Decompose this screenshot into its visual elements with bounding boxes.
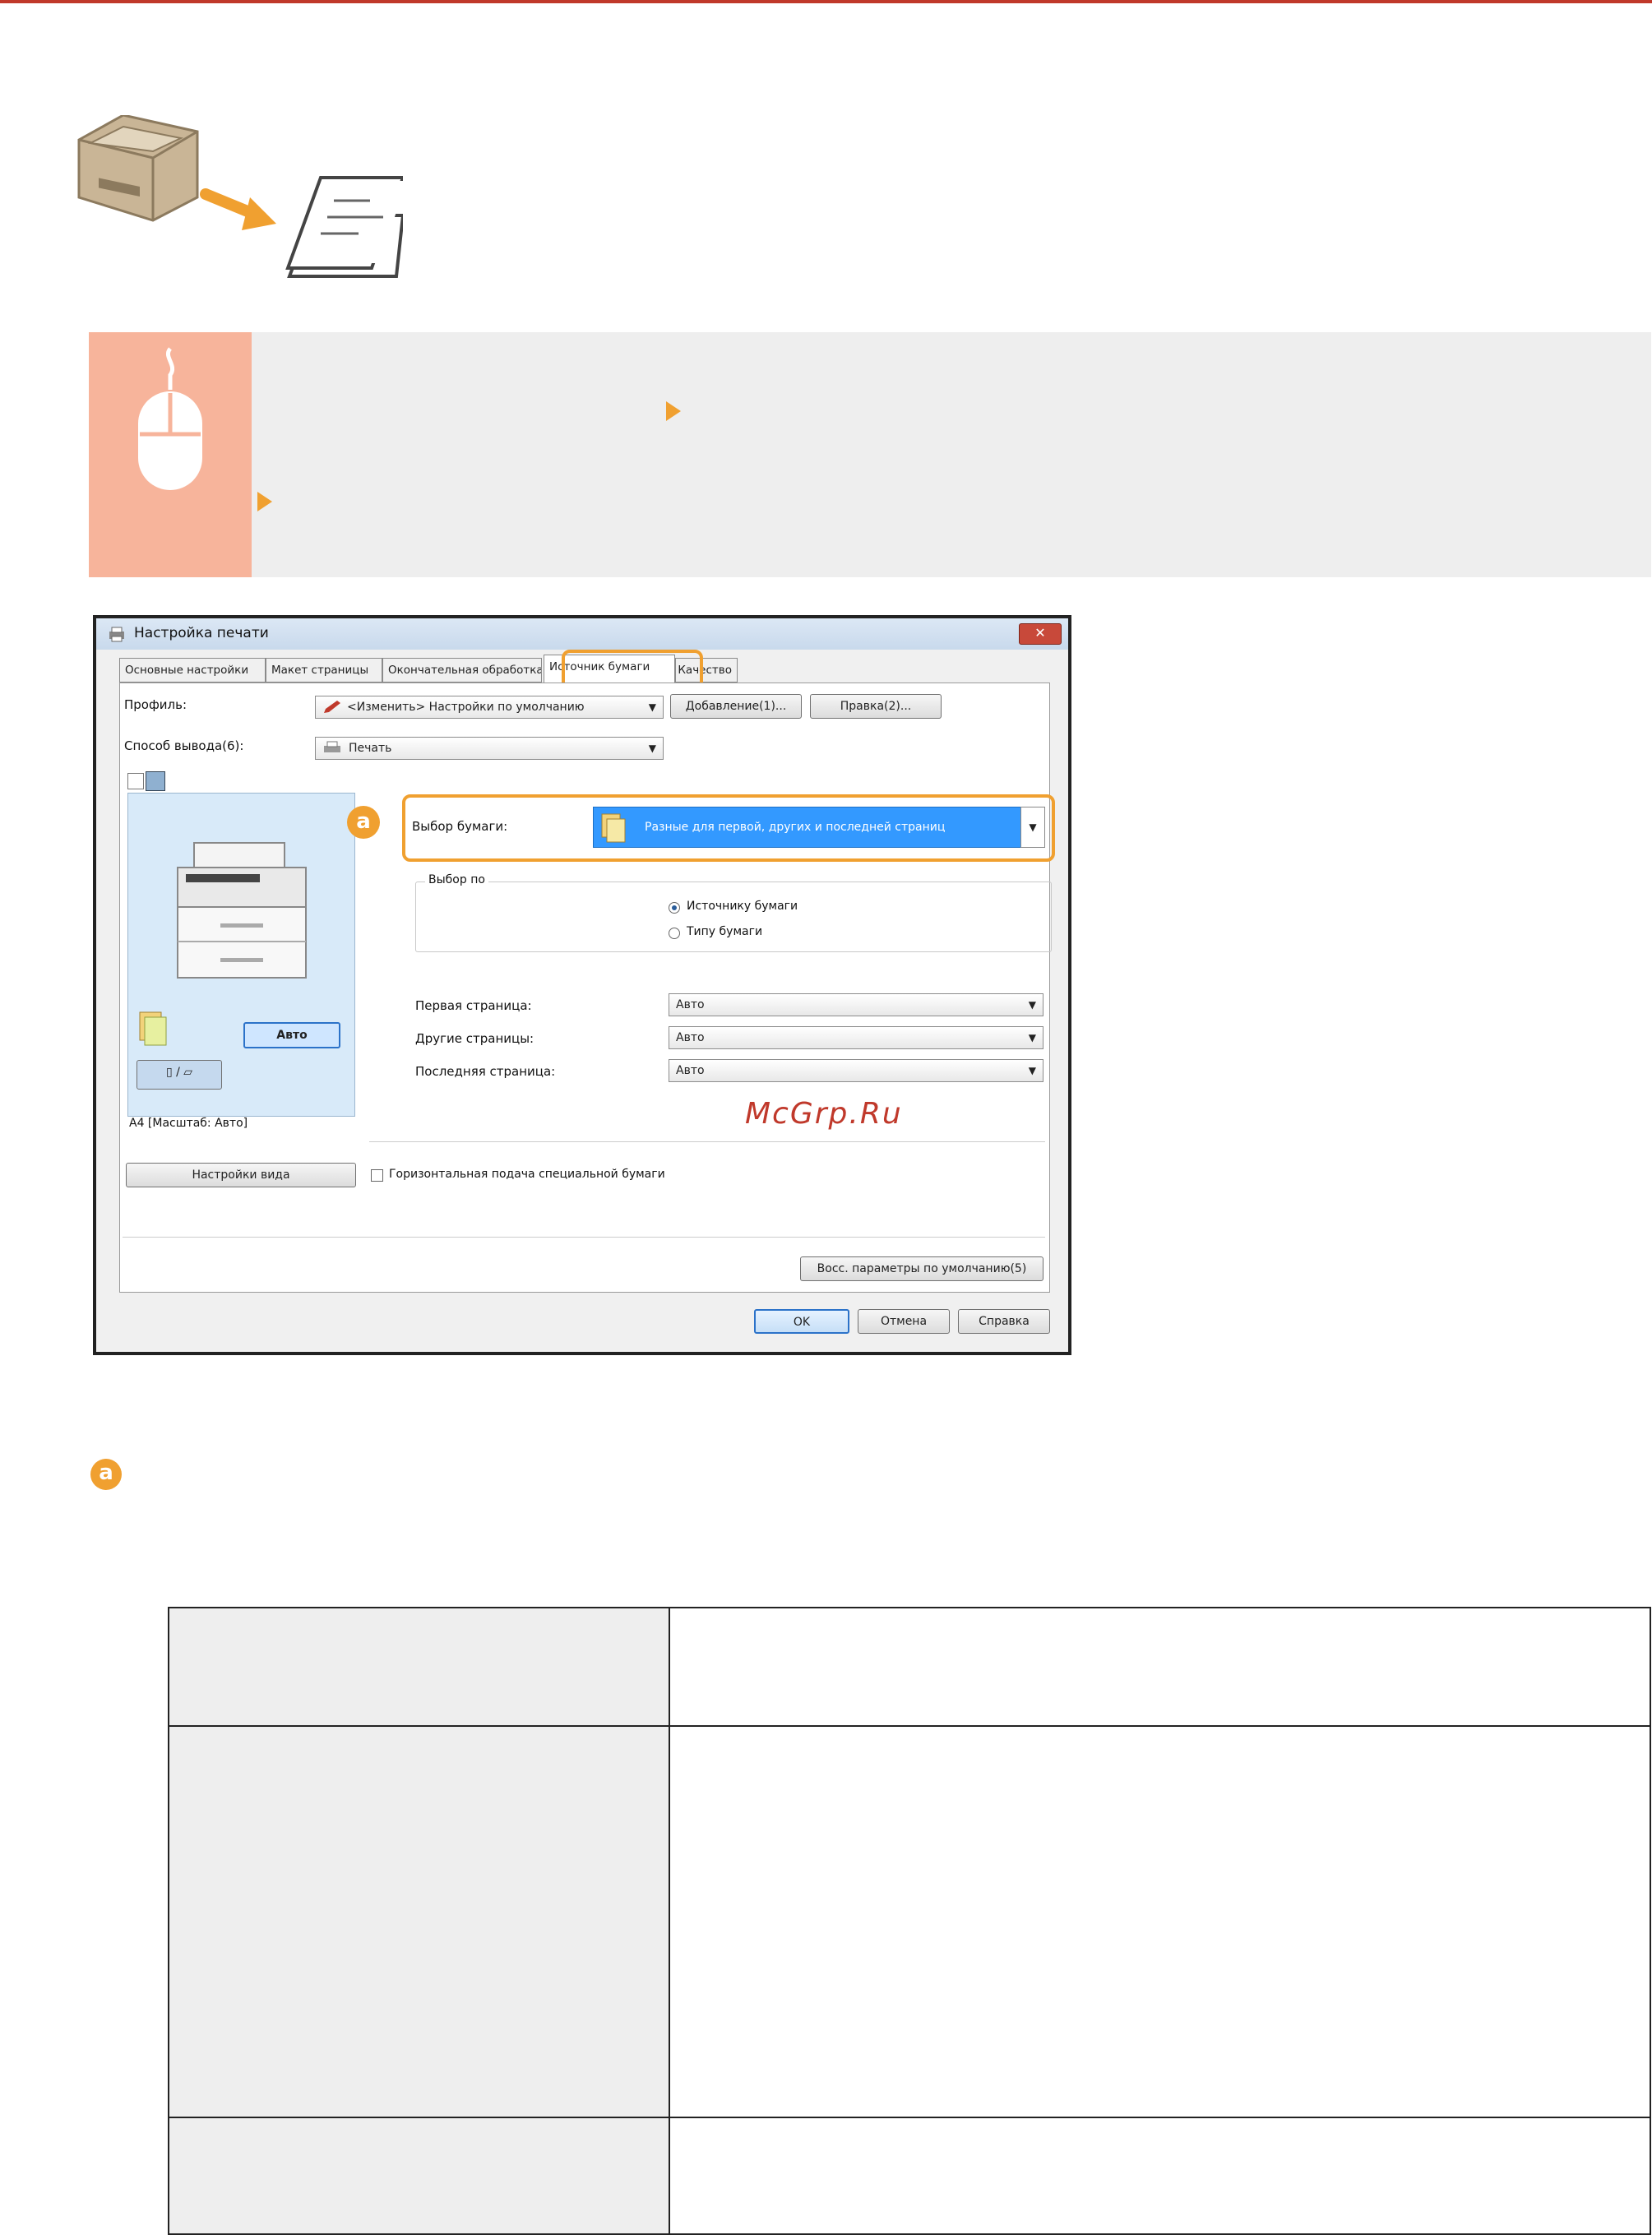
table-cell-key [168,2117,670,2235]
table-cell-value [669,2117,1651,2235]
printer-to-paper-illustration [74,113,406,288]
device-preview-icon [177,842,307,979]
radio-paper-source[interactable] [669,902,680,914]
close-button[interactable]: ✕ [1019,623,1062,645]
printer-icon [77,113,406,278]
watermark: McGrp.Ru [745,1097,903,1131]
paper-stack-icon [139,1011,167,1046]
last-page-value: Авто [676,1064,705,1077]
divider [123,1237,1045,1238]
output-method-label: Способ вывода(6): [124,738,244,753]
other-pages-select[interactable]: Авто ▼ [669,1026,1043,1049]
preview-caption: A4 [Масштаб: Авто] [129,1117,248,1130]
table-cell-value [669,1607,1651,1727]
radio-paper-type-label: Типу бумаги [687,925,763,938]
printer-small-icon [324,741,340,752]
callout-badge-a: a [347,806,380,839]
ok-button[interactable]: OK [754,1309,849,1334]
select-by-group [415,882,1052,952]
chevron-down-icon: ▼ [648,701,656,713]
other-pages-label: Другие страницы: [415,1031,534,1046]
view-settings-button[interactable]: Настройки вида [126,1163,356,1187]
dialog-titlebar: Настройка печати ✕ [96,618,1068,650]
preview-panel: Авто ▯ / ▱ [127,793,355,1117]
page-orientation-button[interactable]: ▯ / ▱ [137,1060,222,1090]
restore-defaults-button[interactable]: Восс. параметры по умолчанию(5) [800,1256,1043,1281]
table-row [168,1607,1651,1727]
tab-finishing[interactable]: Окончательная обработка [382,658,542,683]
link-arrow-icon[interactable] [257,492,272,511]
last-page-select[interactable]: Авто ▼ [669,1059,1043,1082]
horizontal-feed-label: Горизонтальная подача специальной бумаги [389,1168,665,1181]
output-method-value: Печать [349,742,392,755]
page-portrait-icon: ▯ / ▱ [165,1066,193,1079]
chevron-down-icon: ▼ [1028,999,1036,1011]
table-cell-key [168,1607,670,1727]
cancel-button[interactable]: Отмена [858,1309,950,1334]
view-printer-icon[interactable] [146,771,165,791]
table-cell-key [168,1725,670,2118]
first-page-value: Авто [676,998,705,1011]
add-profile-button[interactable]: Добавление(1)... [670,694,802,719]
printer-small-icon [109,627,124,642]
info-table [168,1607,1651,2235]
preview-auto-button[interactable]: Авто [243,1022,340,1048]
section-badge-a: a [90,1459,122,1490]
paper-select-dropdown[interactable]: Разные для первой, других и последней ст… [593,807,1045,848]
profile-value: <Изменить> Настройки по умолчанию [347,701,585,714]
top-rule [0,0,1652,3]
print-settings-dialog: Настройка печати ✕ Основные настройки Ма… [93,615,1071,1355]
other-pages-value: Авто [676,1031,705,1044]
tab-basic-settings[interactable]: Основные настройки [119,658,266,683]
paper-stack-icon [601,813,626,843]
chevron-down-icon: ▼ [1028,1065,1036,1076]
chevron-down-icon: ▼ [648,743,656,754]
output-method-select[interactable]: Печать ▼ [315,737,664,760]
dialog-title: Настройка печати [134,625,269,641]
link-arrow-icon[interactable] [666,401,681,421]
last-page-label: Последняя страница: [415,1064,556,1079]
table-row [168,2117,1651,2235]
radio-paper-type[interactable] [669,928,680,939]
pencil-icon [324,701,340,713]
edit-profile-button[interactable]: Правка(2)... [810,694,942,719]
tab-page-layout[interactable]: Макет страницы [266,658,382,683]
table-row [168,1725,1651,2118]
view-page-icon[interactable] [127,773,144,789]
table-cell-value [669,1725,1651,2118]
first-page-select[interactable]: Авто ▼ [669,993,1043,1016]
horizontal-feed-checkbox[interactable] [371,1169,383,1182]
note-block [89,332,1651,577]
first-page-label: Первая страница: [415,998,532,1013]
help-button[interactable]: Справка [958,1309,1050,1334]
divider [369,1141,1045,1142]
select-by-title: Выбор по [425,873,488,886]
note-side-panel [89,332,252,577]
profile-label: Профиль: [124,697,187,712]
paper-select-label: Выбор бумаги: [412,819,508,834]
chevron-down-icon[interactable]: ▼ [1020,807,1045,848]
paper-select-value: Разные для первой, других и последней ст… [645,821,946,834]
chevron-down-icon: ▼ [1028,1032,1036,1043]
profile-select[interactable]: <Изменить> Настройки по умолчанию ▼ [315,696,664,719]
radio-paper-source-label: Источнику бумаги [687,900,798,913]
mouse-icon [138,347,202,490]
